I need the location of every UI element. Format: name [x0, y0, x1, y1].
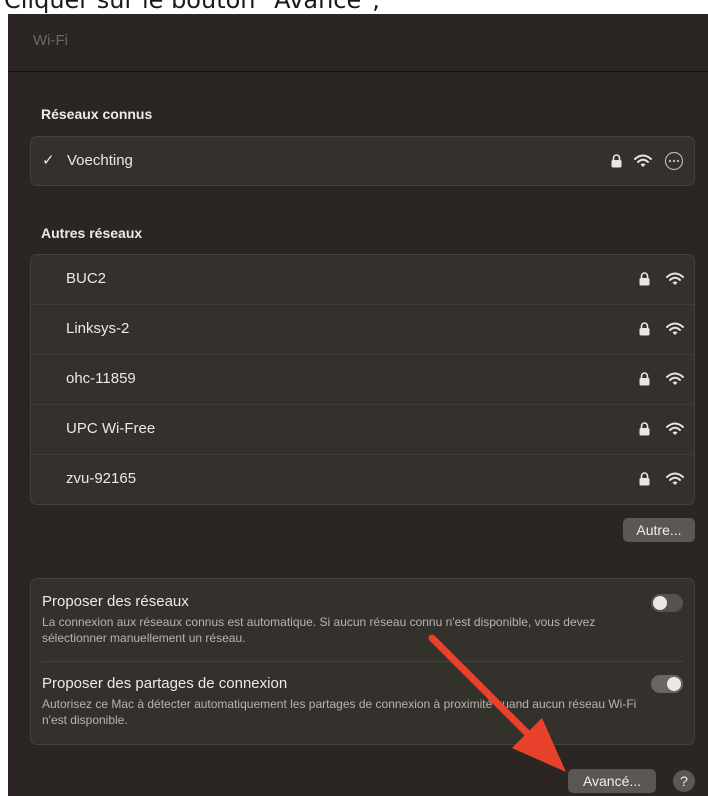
- lock-icon: [639, 272, 650, 286]
- option-row-hotspots: Proposer des partages de connexion Autor…: [31, 662, 694, 745]
- wifi-icon: [634, 154, 652, 167]
- help-button[interactable]: ?: [673, 770, 695, 792]
- lock-icon: [639, 422, 650, 436]
- lock-icon: [639, 322, 650, 336]
- network-row[interactable]: ohc-11859: [31, 355, 694, 405]
- network-row[interactable]: Linksys-2: [31, 305, 694, 355]
- other-network-button[interactable]: Autre...: [623, 518, 695, 542]
- option-title: Proposer des partages de connexion: [42, 675, 288, 692]
- network-name: Voechting: [67, 152, 133, 169]
- network-name: ohc-11859: [66, 370, 136, 387]
- lock-icon: [639, 372, 650, 386]
- instruction-caption: Cliquer sur le bouton "Avancé";: [4, 0, 381, 14]
- more-options-icon[interactable]: [664, 151, 684, 171]
- wifi-icon: [666, 272, 684, 285]
- network-name: zvu-92165: [66, 470, 137, 487]
- toggle-knob: [667, 677, 681, 691]
- other-networks-heading: Autres réseaux: [41, 225, 143, 241]
- option-row-suggest-networks: Proposer des réseaux La connexion aux ré…: [31, 579, 694, 662]
- lock-icon: [611, 154, 622, 168]
- wifi-icon: [666, 372, 684, 385]
- network-row[interactable]: zvu-92165: [31, 455, 694, 505]
- option-title: Proposer des réseaux: [42, 593, 189, 610]
- known-networks-heading: Réseaux connus: [41, 106, 153, 122]
- hotspots-toggle[interactable]: [651, 675, 683, 693]
- window-title: Wi-Fi: [33, 32, 68, 49]
- known-network-row[interactable]: ✓ Voechting: [31, 137, 694, 187]
- network-name: BUC2: [66, 270, 107, 287]
- network-row[interactable]: UPC Wi-Free: [31, 405, 694, 455]
- wifi-settings-window: Wi-Fi Réseaux connus ✓ Voechting Autres …: [8, 14, 708, 796]
- advanced-button[interactable]: Avancé...: [568, 769, 656, 793]
- title-bar: Wi-Fi: [8, 14, 708, 72]
- option-description: Autorisez ce Mac à détecter automatiquem…: [42, 697, 637, 727]
- known-networks-list: ✓ Voechting: [30, 136, 695, 186]
- lock-icon: [639, 472, 650, 486]
- wifi-icon: [666, 422, 684, 435]
- wifi-icon: [666, 472, 684, 485]
- wifi-icon: [666, 322, 684, 335]
- other-networks-list: BUC2 Linksys-2 ohc-11859 UPC Wi-Free zvu-921…: [30, 254, 695, 505]
- network-name: UPC Wi-Free: [66, 420, 156, 437]
- connected-check-icon: ✓: [42, 152, 55, 169]
- suggest-networks-toggle[interactable]: [651, 594, 683, 612]
- network-name: Linksys-2: [66, 320, 130, 337]
- options-group: Proposer des réseaux La connexion aux ré…: [30, 578, 695, 745]
- toggle-knob: [653, 596, 667, 610]
- network-row[interactable]: BUC2: [31, 255, 694, 305]
- option-description: La connexion aux réseaux connus est auto…: [42, 615, 596, 645]
